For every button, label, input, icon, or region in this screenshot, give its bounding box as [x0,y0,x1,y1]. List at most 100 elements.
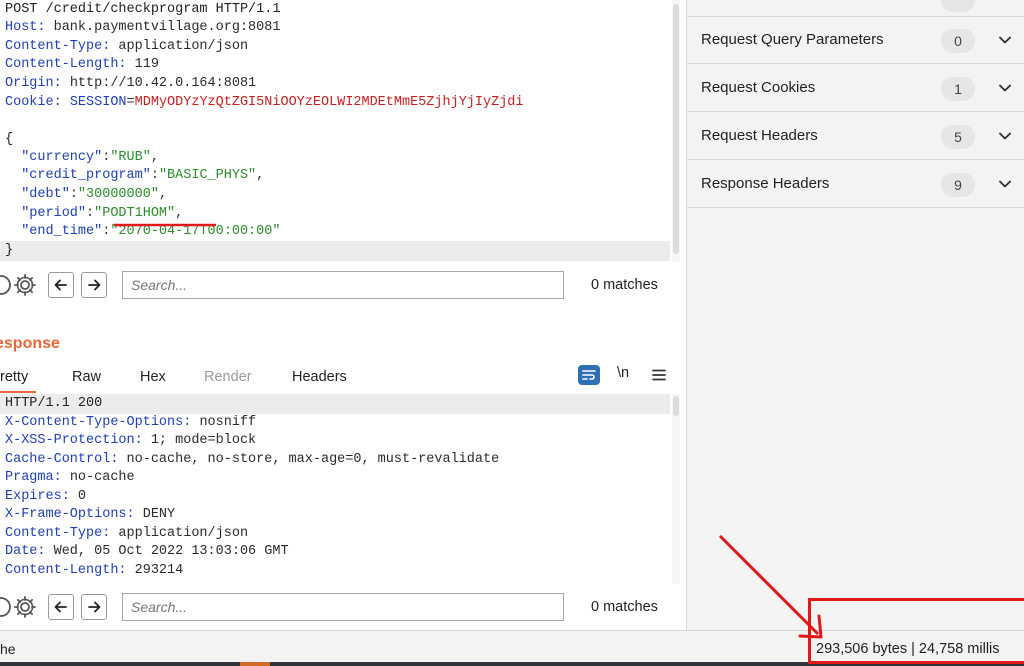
header-value: bank.paymentvillage.org:8081 [53,20,281,35]
left-pane: POST /credit/checkprogram HTTP/1.1 Host:… [0,0,684,630]
tab-pretty[interactable]: retty [0,369,28,385]
current-line-highlight [0,241,670,261]
taskbar-accent [240,662,270,666]
header-name: Date [5,544,38,559]
inspector-row-clipped [687,0,1024,17]
body-close-brace: } [5,243,14,258]
header-value: application/json [118,39,249,54]
json-value: "BASIC_PHYS" [158,168,257,183]
tab-render[interactable]: Render [204,369,252,385]
request-header-row: Content-Type: application/json [5,39,249,54]
json-value: "2070-04-17T00:00:00" [110,224,281,239]
json-value: "PODT1HOM" [94,206,176,221]
json-value: "30000000" [77,187,159,202]
response-header-row: Cache-Control: no-cache, no-store, max-a… [5,452,500,467]
header-name: X-Frame-Options [5,507,127,522]
gear-icon[interactable] [12,594,38,620]
header-value: no-cache [69,470,135,485]
inspector-row-request-headers[interactable]: Request Headers 5 [687,114,1024,160]
inspector-row-response-headers[interactable]: Response Headers 9 [687,162,1024,208]
response-search-input[interactable] [122,593,564,621]
menu-icon[interactable] [652,368,666,386]
response-scroll-thumb[interactable] [673,396,679,416]
header-value: 119 [134,57,159,72]
request-search-input[interactable] [122,271,564,299]
pretty-print-toggle[interactable] [578,365,600,385]
response-header-row: Pragma: no-cache [5,470,135,485]
request-editor[interactable]: POST /credit/checkprogram HTTP/1.1 Host:… [0,0,672,262]
json-field: "debt":"30000000", [21,187,168,202]
json-key: "end_time" [21,224,103,239]
header-value: 1; mode=block [150,433,257,448]
inspector-row-cookies[interactable]: Request Cookies 1 [687,66,1024,112]
session-key: SESSION [69,95,127,110]
request-search-bar: 0 matches [0,264,684,308]
response-header-row: Content-Type: application/json [5,526,249,541]
header-name: Content-Length [5,563,119,578]
request-header-row: Origin: http://10.42.0.164:8081 [5,76,257,91]
status-left-text: he [0,641,16,657]
response-status-line: HTTP/1.1 200 [5,396,103,411]
header-name: Content-Length [5,57,119,72]
chevron-down-icon[interactable] [997,176,1013,192]
active-tab-indicator [0,391,36,393]
json-field: "currency":"RUB", [21,150,159,165]
session-value: MDMyODYzYzQtZGI5NiOOYzEOLWI2MDEtMmE5Zjhj… [134,95,524,110]
request-line: POST /credit/checkprogram HTTP/1.1 [5,2,281,17]
header-value: application/json [118,526,249,541]
tab-headers[interactable]: Headers [292,369,347,385]
count-badge: 5 [941,125,975,149]
header-name: Expires [5,489,62,504]
next-match-button[interactable] [81,594,107,620]
header-name: Pragma [5,470,54,485]
inspector-row-label: Request Headers [701,127,818,144]
json-field: "period":"PODT1HOM", [21,206,184,221]
count-badge: 0 [941,29,975,53]
header-value: Wed, 05 Oct 2022 13:03:06 GMT [53,544,289,559]
header-name: Host [5,20,38,35]
chevron-down-icon[interactable] [997,80,1013,96]
arrow-left-icon [54,279,67,291]
header-name: Content-Type [5,526,103,541]
response-editor[interactable]: HTTP/1.1 200 X-Content-Type-Options: nos… [0,394,672,584]
previous-match-button[interactable] [48,594,74,620]
response-search-bar: 0 matches [0,586,684,630]
inspector-row-query-params[interactable]: Request Query Parameters 0 [687,18,1024,64]
json-value: "RUB" [110,150,151,165]
header-name: Content-Type [5,39,103,54]
chevron-down-icon[interactable] [997,128,1013,144]
header-value: DENY [142,507,176,522]
count-badge: 9 [941,173,975,197]
response-title: esponse [0,335,60,352]
count-badge: 1 [941,77,975,101]
inspector-row-label: Request Query Parameters [701,31,884,48]
response-header-row: X-Content-Type-Options: nosniff [5,415,257,430]
json-key: "credit_program" [21,168,151,183]
request-scroll-thumb[interactable] [673,4,679,254]
arrow-right-icon [88,279,101,291]
request-scrollbar[interactable] [672,0,680,262]
tab-hex[interactable]: Hex [140,369,166,385]
inspector-pane: Request Query Parameters 0 Request Cooki… [686,0,1024,630]
response-match-count: 0 matches [591,599,658,615]
inspector-row-label: Response Headers [701,175,830,192]
gear-icon[interactable] [12,272,38,298]
json-key: "period" [21,206,87,221]
json-field: "end_time":"2070-04-17T00:00:00" [21,224,281,239]
inspector-row-label: Request Cookies [701,79,816,96]
json-key: "debt" [21,187,70,202]
header-value: 0 [77,489,87,504]
next-match-button[interactable] [81,272,107,298]
response-scrollbar[interactable] [672,394,680,584]
response-header-row: Expires: 0 [5,489,87,504]
newline-toggle[interactable]: \n [617,365,629,381]
header-name: X-Content-Type-Options [5,415,184,430]
header-value: nosniff [199,415,257,430]
previous-match-button[interactable] [48,272,74,298]
chevron-down-icon[interactable] [997,32,1013,48]
header-name: X-XSS-Protection [5,433,135,448]
request-match-count: 0 matches [591,277,658,293]
wrap-lines-icon [582,370,596,380]
tab-raw[interactable]: Raw [72,369,101,385]
request-header-row: Host: bank.paymentvillage.org:8081 [5,20,281,35]
